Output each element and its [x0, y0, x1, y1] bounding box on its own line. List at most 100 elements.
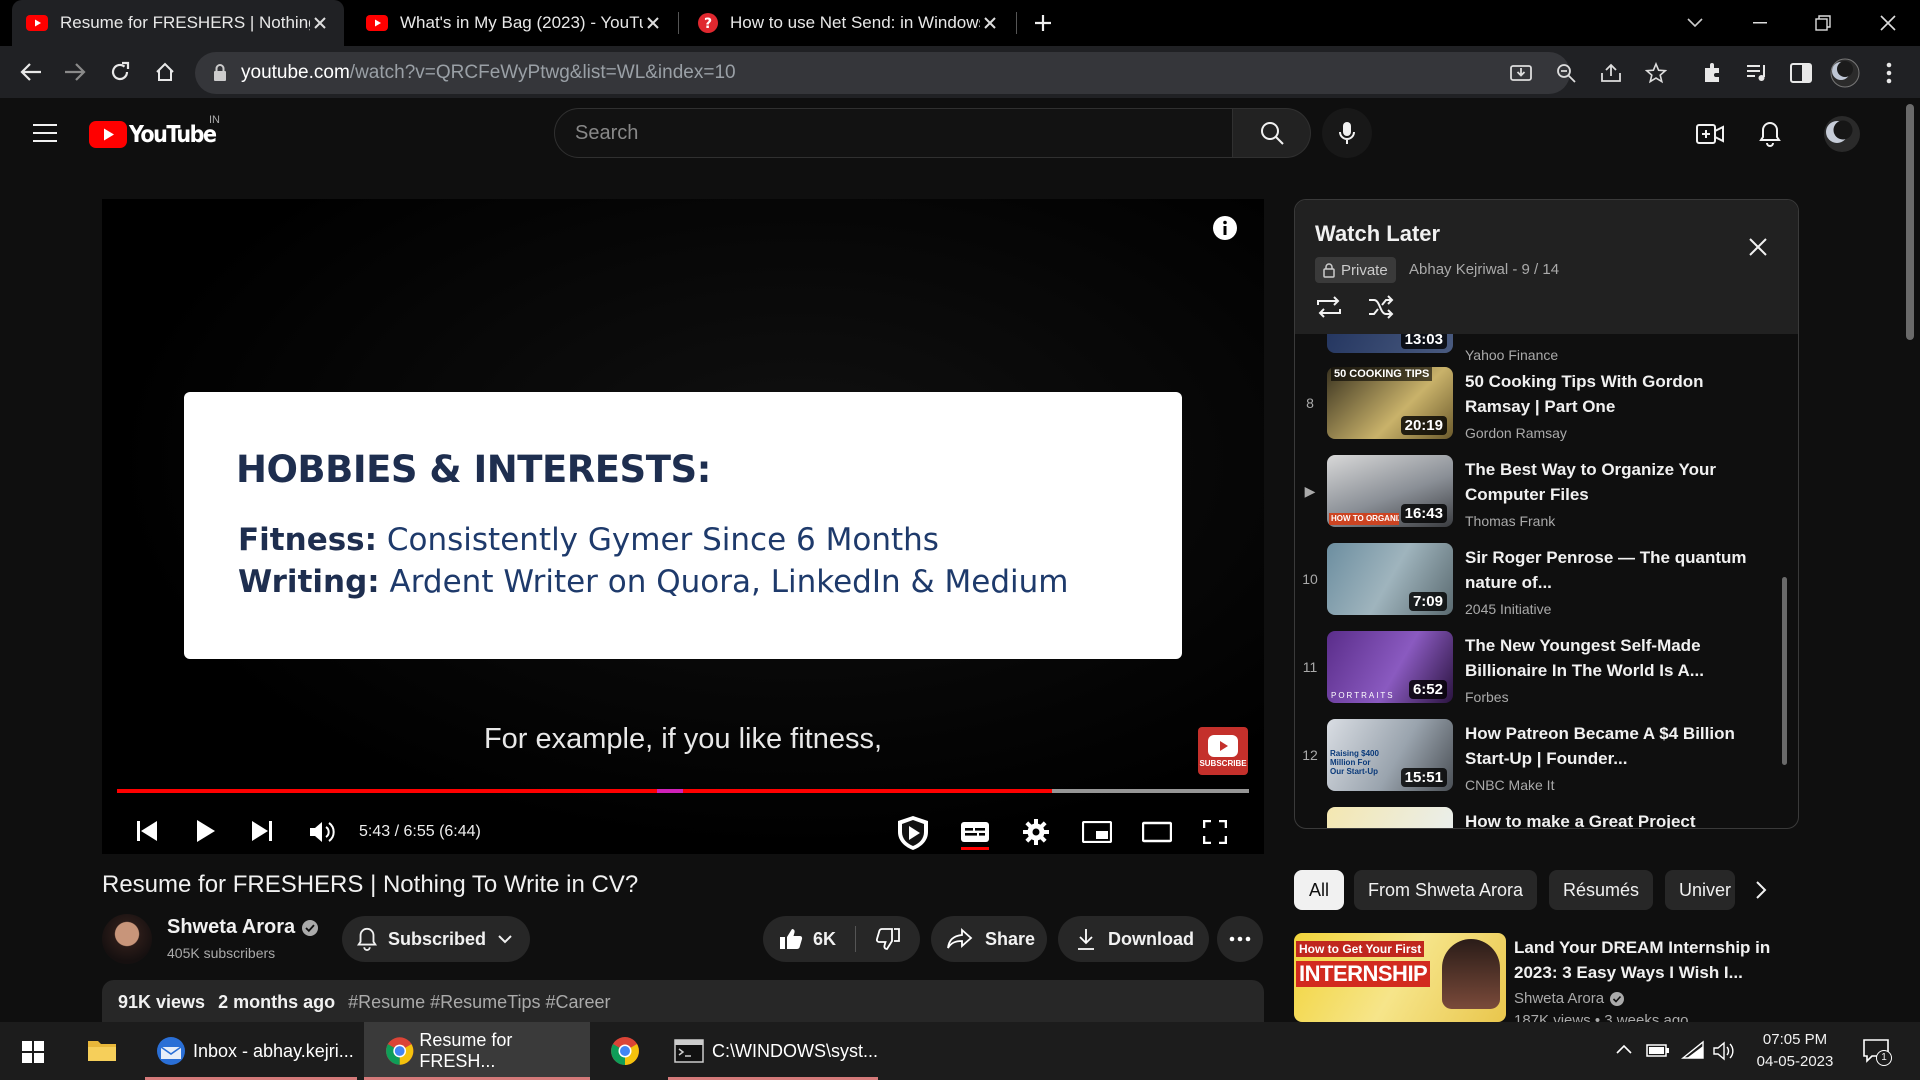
address-bar[interactable]: youtube.com/watch?v=QRCFeWyPtwg&list=WL&…: [195, 52, 1667, 94]
battery-icon[interactable]: [1646, 1041, 1670, 1059]
video-player[interactable]: HOBBIES & INTERESTS: Fitness: Consistent…: [102, 199, 1264, 854]
clock[interactable]: 07:05 PM 04-05-2023: [1750, 1029, 1840, 1073]
fullscreen-icon[interactable]: [1203, 820, 1227, 844]
upload-age: 2 months ago: [218, 992, 336, 1012]
play-icon[interactable]: [196, 819, 216, 843]
volume-icon[interactable]: [309, 820, 335, 844]
close-playlist-icon[interactable]: [1748, 237, 1768, 257]
share-button[interactable]: Share: [931, 916, 1047, 962]
wifi-icon[interactable]: [1681, 1040, 1705, 1060]
forward-icon[interactable]: [58, 55, 92, 89]
home-icon[interactable]: [148, 55, 182, 89]
shuffle-playlist-icon[interactable]: [1367, 295, 1395, 319]
close-tab-icon[interactable]: [310, 13, 330, 33]
miniplayer-icon[interactable]: [1082, 821, 1112, 843]
video-title[interactable]: The New Youngest Self-Made Billionaire I…: [1465, 633, 1765, 683]
windows-start-icon[interactable]: [22, 1041, 44, 1063]
extensions-icon[interactable]: [1695, 56, 1729, 90]
svg-text:?: ?: [704, 16, 712, 32]
search-input[interactable]: Search: [554, 108, 1233, 158]
account-avatar[interactable]: [1824, 116, 1860, 152]
channel-name[interactable]: Shweta Arora: [167, 916, 295, 939]
playlist-item[interactable]: 10 7:09 Sir Roger Penrose — The quantum …: [1295, 543, 1798, 631]
chip-from-channel[interactable]: From Shweta Arora: [1354, 870, 1538, 910]
bookmark-star-icon[interactable]: [1639, 56, 1673, 90]
playlist-item-current[interactable]: ▶ HOW TO ORGANIZE YOUR COMPUT... 16:43 T…: [1295, 455, 1798, 543]
side-panel-icon[interactable]: [1784, 56, 1818, 90]
subscribe-watermark[interactable]: SUBSCRIBE: [1198, 727, 1248, 775]
playlist-item[interactable]: 12 Raising $400 Million For Our Start-Up…: [1295, 719, 1798, 807]
loop-playlist-icon[interactable]: [1315, 295, 1343, 319]
video-title[interactable]: How to make a Great Project: [1465, 809, 1765, 828]
profile-avatar[interactable]: [1828, 56, 1862, 90]
playlist-item[interactable]: 8 50 COOKING TIPS 20:19 50 Cooking Tips …: [1295, 367, 1798, 455]
playlist-item[interactable]: How to make a Great Project: [1295, 807, 1798, 828]
chip-all[interactable]: All: [1294, 870, 1344, 910]
playlist-scrollbar[interactable]: [1782, 577, 1787, 765]
video-title[interactable]: The Best Way to Organize Your Computer F…: [1465, 457, 1765, 507]
install-app-icon[interactable]: [1504, 56, 1538, 90]
minimize-button[interactable]: [1730, 0, 1790, 46]
download-button[interactable]: Download: [1058, 916, 1209, 962]
close-window-button[interactable]: [1858, 0, 1918, 46]
taskbar-app-cmd[interactable]: C:\WINDOWS\syst...: [668, 1022, 878, 1080]
taskbar-app-chrome[interactable]: [598, 1022, 652, 1080]
like-button[interactable]: 6K: [763, 916, 855, 962]
share-page-icon[interactable]: [1594, 56, 1628, 90]
media-control-icon[interactable]: [1740, 56, 1774, 90]
playlist-title[interactable]: Watch Later: [1315, 221, 1440, 247]
tray-overflow-icon[interactable]: [1616, 1044, 1632, 1054]
recommended-video-title[interactable]: Land Your DREAM Internship in 2023: 3 Ea…: [1514, 935, 1784, 985]
back-icon[interactable]: [14, 55, 48, 89]
create-video-icon[interactable]: [1693, 117, 1727, 151]
subscribed-button[interactable]: Subscribed: [342, 916, 530, 962]
browser-menu-icon[interactable]: [1872, 56, 1906, 90]
close-tab-icon[interactable]: [980, 13, 1000, 33]
close-tab-icon[interactable]: [643, 13, 663, 33]
video-title[interactable]: 50 Cooking Tips With Gordon Ramsay | Par…: [1465, 369, 1765, 419]
chip-universities[interactable]: Univer: [1665, 870, 1735, 910]
theater-mode-icon[interactable]: [1142, 821, 1172, 843]
restore-button[interactable]: [1793, 0, 1853, 46]
thumbs-up-icon: [780, 929, 803, 949]
zoom-icon[interactable]: [1549, 56, 1583, 90]
notifications-bell-icon[interactable]: [1753, 117, 1787, 151]
volume-tray-icon[interactable]: [1713, 1041, 1737, 1061]
file-explorer-icon[interactable]: [87, 1037, 117, 1063]
video-title[interactable]: Sir Roger Penrose — The quantum nature o…: [1465, 545, 1765, 595]
chevron-right-icon[interactable]: [1755, 880, 1767, 900]
taskbar-app-chrome-active[interactable]: Resume for FRESH...: [364, 1022, 590, 1080]
tab-search-icon[interactable]: [1665, 0, 1725, 46]
search-button[interactable]: [1233, 108, 1311, 158]
dislike-button[interactable]: [856, 916, 920, 962]
slide-line-1: Fitness: Consistently Gymer Since 6 Mont…: [238, 522, 939, 558]
hashtags[interactable]: #Resume #ResumeTips #Career: [348, 992, 610, 1012]
video-title[interactable]: How Patreon Became A $4 Billion Start-Up…: [1465, 721, 1765, 771]
settings-gear-icon[interactable]: [1023, 819, 1049, 845]
channel-avatar[interactable]: [102, 914, 152, 964]
youtube-logo[interactable]: YouTube: [89, 121, 217, 148]
recommended-video-thumbnail[interactable]: How to Get Your First INTERNSHIP: [1294, 933, 1506, 1022]
playlist-index: 8: [1306, 395, 1314, 411]
info-card-icon[interactable]: [1212, 215, 1238, 241]
browser-tab-active[interactable]: Resume for FRESHERS | Nothing To Write i…: [12, 0, 344, 46]
subtitles-icon[interactable]: [960, 821, 990, 851]
ad-blocker-shield-icon[interactable]: [896, 815, 930, 851]
browser-tab[interactable]: ? How to use Net Send: in Windows: [684, 0, 1014, 46]
page-scrollbar[interactable]: [1906, 104, 1914, 340]
playlist-item[interactable]: 11 PORTRAITS 6:52 The New Youngest Self-…: [1295, 631, 1798, 719]
playlist-item[interactable]: 13:03 Yahoo Finance: [1295, 334, 1798, 363]
notification-center-icon[interactable]: 1: [1862, 1038, 1892, 1066]
progress-bar[interactable]: [117, 789, 1249, 793]
browser-tab[interactable]: What's in My Bag (2023) - YouTube: [352, 0, 677, 46]
voice-search-button[interactable]: [1322, 108, 1372, 158]
previous-icon[interactable]: [136, 820, 158, 842]
new-tab-button[interactable]: [1026, 6, 1060, 40]
guide-menu-icon[interactable]: [28, 116, 62, 150]
next-icon[interactable]: [251, 820, 273, 842]
taskbar-app-label: Resume for FRESH...: [419, 1030, 513, 1071]
more-actions-button[interactable]: [1217, 916, 1263, 962]
chip-resumes[interactable]: Résumés: [1549, 870, 1654, 910]
taskbar-app-mail[interactable]: Inbox - abhay.kejri...: [145, 1022, 357, 1080]
reload-icon[interactable]: [103, 55, 137, 89]
